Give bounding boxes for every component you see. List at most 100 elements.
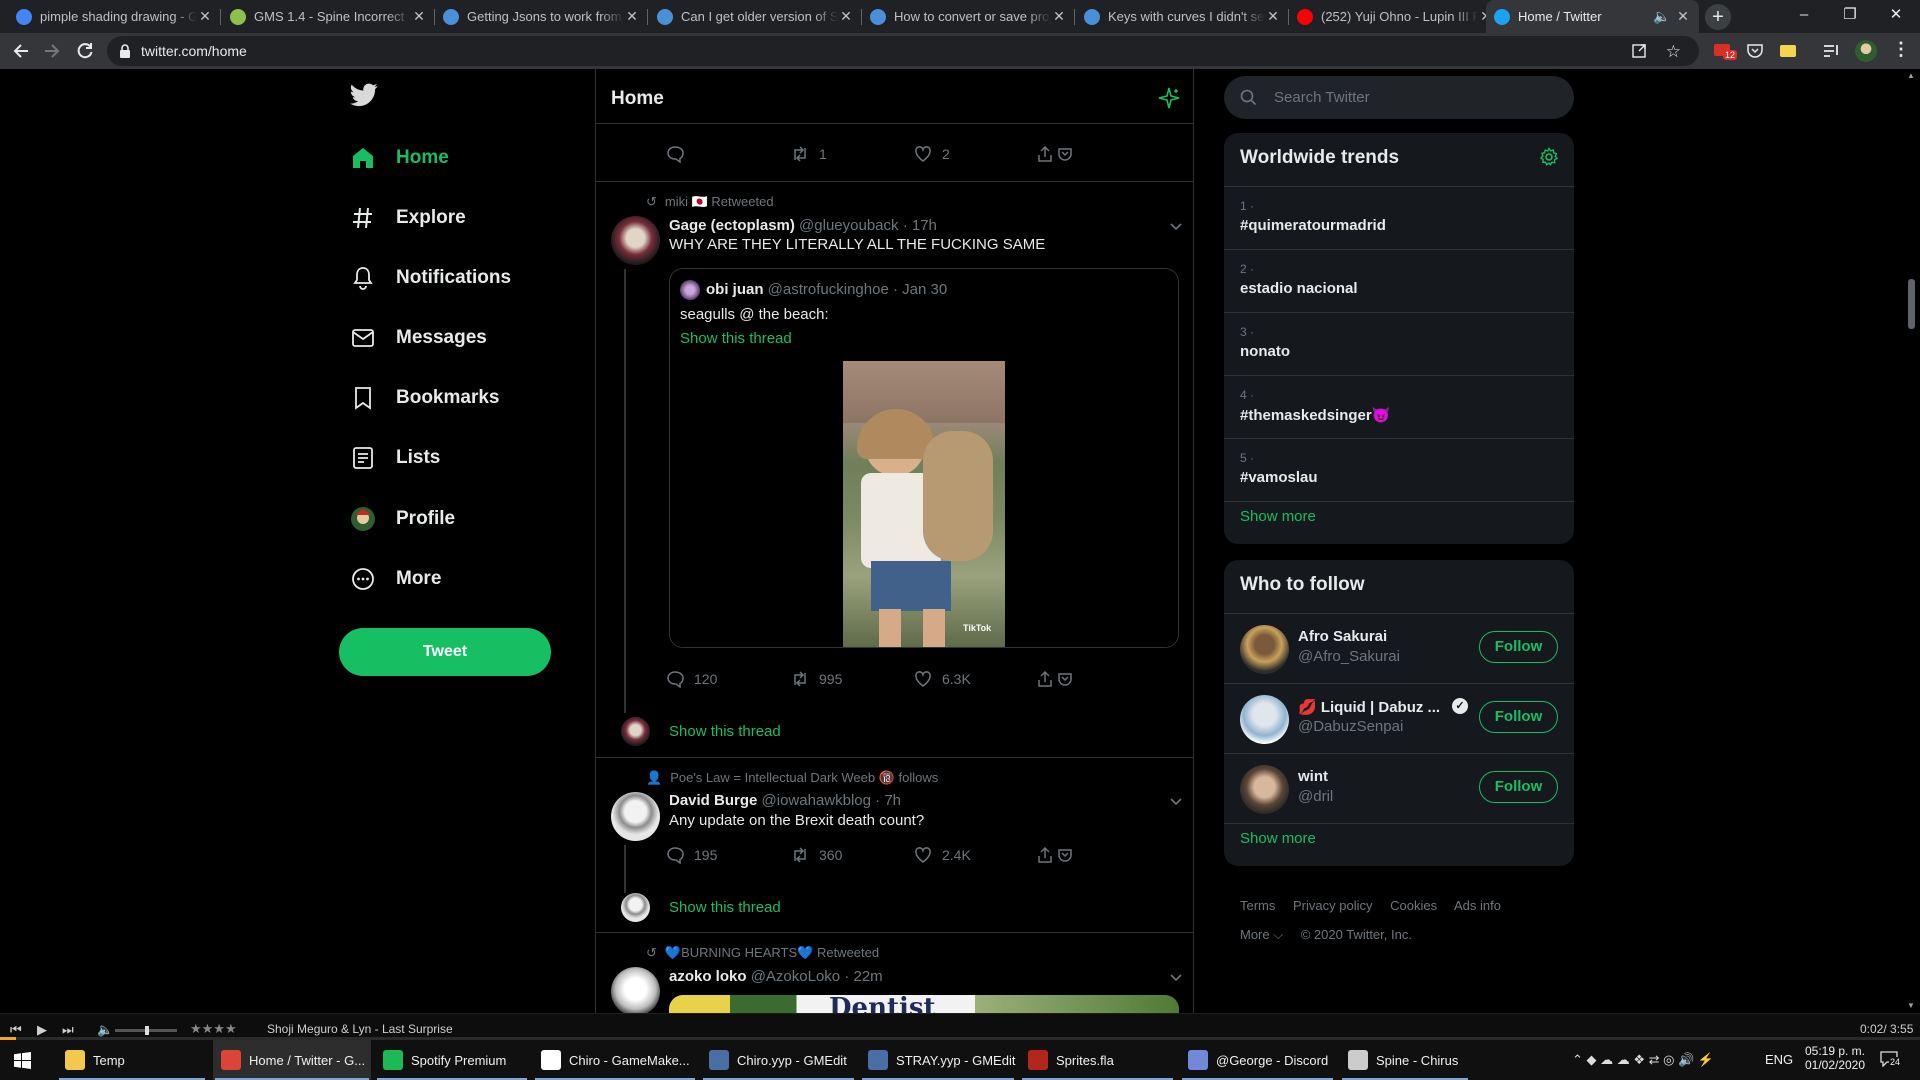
pocket-icon[interactable] — [1746, 42, 1764, 60]
chevron-down-icon[interactable] — [1169, 219, 1183, 233]
taskbar-item[interactable]: Spotify Premium — [375, 1040, 529, 1080]
video-container[interactable]: TikTok — [670, 361, 1178, 647]
tweet-time[interactable]: · 22m — [844, 968, 882, 985]
suggestion-name[interactable]: wint — [1298, 768, 1328, 785]
browser-tab[interactable]: GMS 1.4 - Spine Incorrect ✕ — [222, 0, 435, 33]
browser-tab[interactable]: pimple shading drawing - G ✕ — [8, 0, 221, 33]
like-button[interactable]: 2 — [914, 145, 950, 163]
taskbar-item[interactable]: Chiro - GameMake... — [533, 1040, 697, 1080]
url-text[interactable]: twitter.com/home — [141, 43, 247, 59]
restore-button[interactable]: ❐ — [1827, 0, 1873, 30]
footer-more[interactable]: More ⌵ — [1240, 927, 1283, 942]
nav-item-notifications[interactable]: Notifications — [350, 258, 511, 298]
trend-item[interactable]: 2 · estadio nacional — [1224, 250, 1574, 313]
mute-tab-icon[interactable]: 🔈 — [1653, 8, 1670, 25]
author-handle[interactable]: @AzokoLoko — [751, 968, 840, 985]
nav-item-explore[interactable]: Explore — [350, 198, 466, 238]
avatar[interactable] — [1240, 695, 1289, 744]
like-button[interactable]: 6.3K — [914, 670, 971, 688]
chrome-menu-icon[interactable]: ⋮ — [1892, 39, 1910, 60]
twitter-logo-icon[interactable] — [350, 83, 378, 107]
address-bar[interactable]: twitter.com/home ☆ — [107, 36, 1699, 66]
footer-terms[interactable]: Terms — [1240, 898, 1275, 913]
minimize-button[interactable]: – — [1781, 0, 1827, 30]
nav-item-home[interactable]: Home — [350, 138, 449, 178]
taskbar-item[interactable]: Spine - Chirus — [1340, 1040, 1470, 1080]
like-button[interactable]: 2.4K — [914, 846, 971, 864]
search-input[interactable]: Search Twitter — [1274, 89, 1370, 106]
suggestion-handle[interactable]: @dril — [1298, 788, 1333, 805]
gear-icon[interactable] — [1539, 147, 1559, 167]
footer-cookies[interactable]: Cookies — [1390, 898, 1437, 913]
reply-button[interactable]: 120 — [666, 670, 717, 688]
back-arrow-icon[interactable] — [11, 41, 31, 61]
avatar[interactable] — [611, 792, 660, 841]
browser-tab[interactable]: How to convert or save proj ✕ — [862, 0, 1075, 33]
previous-track-icon[interactable]: ⏮ — [10, 1022, 22, 1038]
retweet-button[interactable]: 995 — [791, 670, 842, 688]
taskbar-item[interactable]: Temp — [57, 1040, 207, 1080]
close-icon[interactable]: ✕ — [1265, 8, 1281, 25]
sparkle-icon[interactable] — [1158, 87, 1180, 109]
close-icon[interactable]: ✕ — [1675, 8, 1691, 25]
share-button[interactable] — [1036, 670, 1086, 688]
play-icon[interactable]: ▶ — [37, 1022, 47, 1038]
taskbar-item[interactable]: Chiro.yyp - GMEdit — [701, 1040, 856, 1080]
system-tray-icons[interactable]: ⌃ ◆ ☁ ☁ ❖ ⇄ ◎ 🔊 ⚡ — [1572, 1052, 1714, 1068]
scrollbar[interactable]: ▲ ▼ — [1903, 69, 1920, 1013]
close-icon[interactable]: ✕ — [624, 8, 640, 25]
open-in-app-icon[interactable] — [1631, 43, 1647, 59]
author-name[interactable]: David Burge — [669, 792, 757, 809]
author-name[interactable]: azoko loko — [669, 968, 747, 985]
taskbar-item[interactable]: Home / Twitter - G... — [213, 1040, 371, 1080]
avatar[interactable] — [621, 717, 650, 746]
follow-suggestion[interactable]: Afro Sakurai @Afro_Sakurai Follow — [1224, 614, 1574, 684]
rating-stars[interactable]: ★★★★ — [190, 1021, 237, 1037]
search-box[interactable]: Search Twitter — [1224, 76, 1574, 119]
close-window-button[interactable]: ✕ — [1873, 0, 1919, 30]
trend-item[interactable]: 5 · #vamoslau — [1224, 439, 1574, 502]
retweet-button[interactable]: 1 — [791, 145, 827, 163]
chevron-down-icon[interactable] — [1169, 970, 1183, 984]
share-button[interactable] — [1036, 846, 1086, 864]
avatar[interactable] — [611, 967, 660, 1013]
volume-icon[interactable]: 🔈 — [97, 1022, 113, 1038]
mail-extension-icon[interactable]: 12 — [1713, 41, 1738, 61]
star-icon[interactable]: ☆ — [1666, 42, 1681, 62]
nav-item-lists[interactable]: Lists — [350, 438, 440, 478]
nav-item-more[interactable]: More — [350, 559, 441, 599]
browser-tab[interactable]: Can I get older version of S ✕ — [649, 0, 862, 33]
browser-tab[interactable]: Getting Jsons to work from ✕ — [435, 0, 648, 33]
language-indicator[interactable]: ENG — [1765, 1052, 1793, 1067]
reply-button[interactable]: 195 — [666, 846, 717, 864]
avatar[interactable] — [1240, 765, 1289, 814]
follow-button[interactable]: Follow — [1479, 701, 1558, 733]
nav-item-profile[interactable]: Profile — [350, 499, 455, 539]
suggestion-name[interactable]: 💋 Liquid | Dabuz ... — [1298, 698, 1440, 716]
avatar[interactable] — [1240, 625, 1289, 674]
clock[interactable]: 05:19 p. m. 01/02/2020 — [1802, 1044, 1868, 1072]
scrollbar-thumb[interactable] — [1908, 279, 1915, 329]
trend-item[interactable]: 1 · #quimeratourmadrid — [1224, 187, 1574, 250]
author-handle[interactable]: @glueyouback — [799, 217, 898, 234]
close-icon[interactable]: ✕ — [838, 8, 854, 25]
trend-item[interactable]: 3 · nonato — [1224, 313, 1574, 376]
tweet-time[interactable]: · 7h — [875, 792, 901, 809]
author-name[interactable]: Gage (ectoplasm) — [669, 217, 795, 234]
notification-center-icon[interactable]: 24 — [1880, 1051, 1902, 1067]
browser-tab[interactable]: Keys with curves I didn't set ✕ — [1076, 0, 1289, 33]
avatar[interactable] — [611, 216, 660, 265]
tweet-time[interactable]: · 17h — [903, 217, 937, 234]
follow-button[interactable]: Follow — [1479, 771, 1558, 803]
chevron-down-icon[interactable] — [1169, 794, 1183, 808]
author-handle[interactable]: @iowahawkblog — [762, 792, 871, 809]
tweet-button[interactable]: Tweet — [339, 628, 551, 676]
quoted-tweet[interactable]: obi juan @astrofuckinghoe · Jan 30 seagu… — [669, 268, 1179, 648]
show-thread-link[interactable]: Show this thread — [680, 330, 792, 347]
extension-yellow-icon[interactable] — [1779, 42, 1797, 60]
share-button[interactable] — [1036, 145, 1086, 163]
browser-tab[interactable]: Home / Twitter 🔈 ✕ — [1486, 0, 1699, 33]
profile-avatar-icon[interactable] — [1855, 40, 1877, 62]
footer-ads-info[interactable]: Ads info — [1454, 898, 1501, 913]
reply-button[interactable] — [666, 145, 694, 163]
